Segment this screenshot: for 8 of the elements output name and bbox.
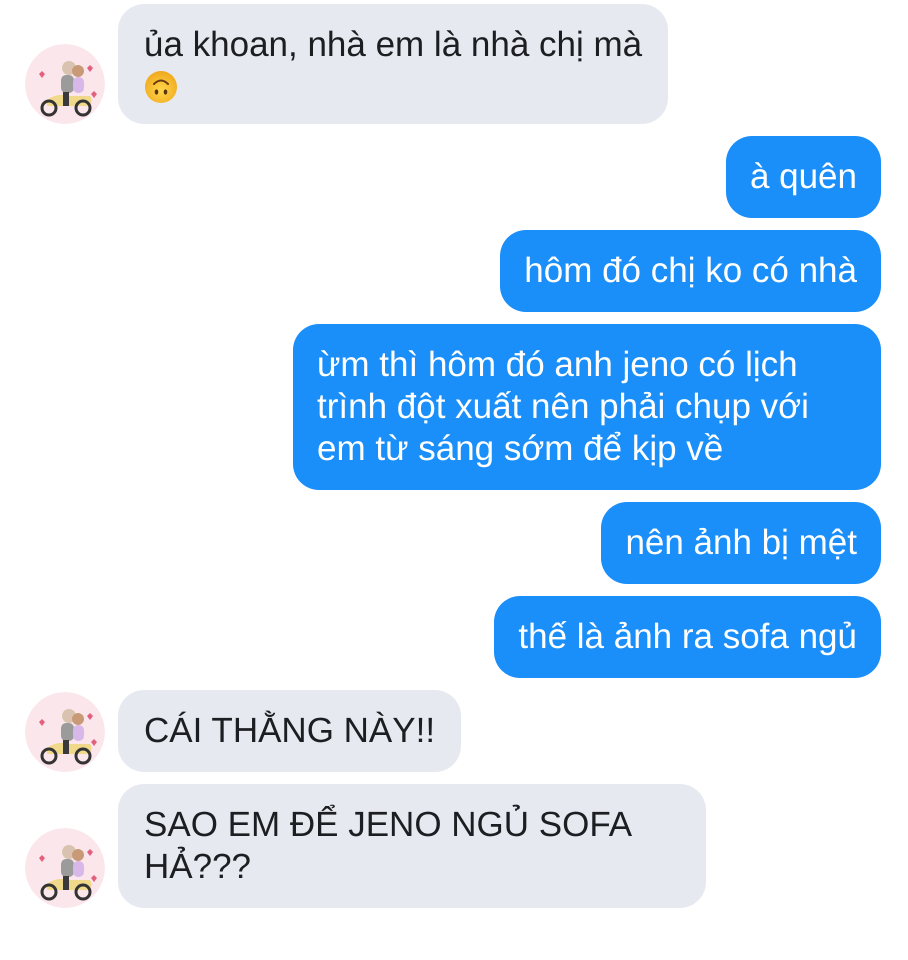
message-text: CÁI THẰNG NÀY!! bbox=[144, 710, 436, 752]
message-text: ủa khoan, nhà em là nhà chị mà bbox=[144, 24, 642, 66]
message-text: ừm thì hôm đó anh jeno có lịch trình đột xuất nên phải chụp với em từ sáng sớm để kịp về bbox=[317, 344, 810, 470]
message-text: hôm đó chị ko có nhà bbox=[524, 250, 857, 292]
message-text: SAO EM ĐỂ JENO NGỦ SOFA HẢ??? bbox=[144, 804, 632, 888]
message-text: thế là ảnh ra sofa ngủ bbox=[518, 616, 857, 658]
message-text: nên ảnh bị mệt bbox=[625, 522, 857, 564]
message-text: à quên bbox=[750, 156, 857, 198]
